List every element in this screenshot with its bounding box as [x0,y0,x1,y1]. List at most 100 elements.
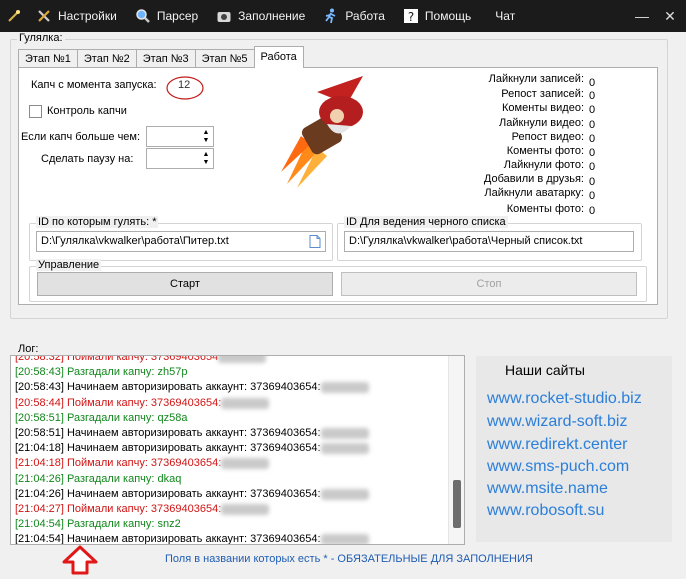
stats-panel: Лайкнули записей: 0 Репост записей: 0 Ко… [439,73,619,223]
log-lines: [20:58:32] Поймали капчу: 37369403654 [20… [15,355,369,545]
blacklist-file-field[interactable]: D:\Гулялка\vkwalker\работа\Черный список… [344,231,634,252]
stop-button[interactable]: Стоп [341,272,637,296]
file-icon[interactable] [309,235,321,248]
menu-item-chat[interactable]: Чат [481,0,525,32]
tab-stage-1[interactable]: Этап №1 [18,49,78,68]
log-line: [21:04:26] Разгадали капчу: dkaq [15,472,369,487]
stat-label: Лайкнули аватарку: [484,187,584,199]
captcha-control-label: Контроль капчи [47,105,127,117]
tab-work[interactable]: Работа [253,46,304,68]
stat-label: Репост видео: [511,131,584,143]
menu-item-fill[interactable]: Заполнение [208,0,315,32]
log-line: [21:04:18] Поймали капчу: 37369403654: [15,456,369,471]
menu-item-label: Помощь [424,9,472,23]
log-scrollbar[interactable] [448,356,464,544]
stat-value: 0 [589,133,596,145]
log-line-text: [21:04:54] Начинаем авторизировать аккау… [15,533,321,545]
log-line-text: [20:58:32] Поймали капчу: 37369403654 [15,355,219,363]
start-button[interactable]: Старт [37,272,333,296]
menu-item-work[interactable]: Работа [315,0,395,32]
captcha-count-label: Капч с момента запуска: [31,79,157,91]
menu-item-settings[interactable]: Настройки [28,0,127,32]
stat-label: Лайкнули записей: [488,73,584,85]
spinner-arrows[interactable]: ▲ ▼ [199,149,213,168]
stat-label: Лайкнули видео: [499,117,584,129]
tab-stage-2[interactable]: Этап №2 [76,49,137,68]
log-line-text: [20:58:43] Начинаем авторизировать аккау… [15,381,321,394]
menu-item-parser[interactable]: Парсер [127,0,208,32]
stat-value: 0 [589,147,596,159]
site-link[interactable]: www.robosoft.su [487,502,604,520]
tools-icon [36,8,52,24]
log-box[interactable]: [20:58:32] Поймали капчу: 37369403654 [20… [10,355,465,545]
log-line: [21:04:18] Начинаем авторизировать аккау… [15,441,369,456]
control-group-title: Управление [36,259,102,271]
stat-value: 0 [589,119,596,131]
spinner-arrows[interactable]: ▲ ▼ [199,127,213,146]
walker-group-title: Гулялка: [17,32,65,44]
redacted-blur [218,356,267,363]
arrow-up-icon [62,545,98,575]
stat-label: Коменты фото: [506,145,584,157]
menu-item-help[interactable]: ? Помощь [395,0,481,32]
redacted-blur [221,503,270,515]
sites-title: Наши сайты [505,362,585,378]
stat-label: Коменты видео: [502,102,584,114]
menu-item-label: Заполнение [238,9,306,23]
close-button[interactable]: ✕ [656,0,684,32]
log-line: [21:04:54] Начинаем авторизировать аккау… [15,532,369,545]
redacted-blur [320,488,369,500]
ids-file-field[interactable]: D:\Гулялка\vkwalker\работа\Питер.txt [36,231,326,252]
captcha-control-checkbox[interactable] [29,105,42,118]
tab-stage-3[interactable]: Этап №3 [135,49,196,68]
stat-label: Лайкнули фото: [503,159,584,171]
site-link[interactable]: www.sms-puch.com [487,458,629,476]
menu-item-label: Работа [345,9,385,23]
stat-label: Добавили в друзья: [483,173,584,185]
log-line: [21:04:54] Разгадали капчу: snz2 [15,517,369,532]
stat-value: 0 [589,190,596,202]
menu-item-label: Парсер [156,9,199,23]
wizard-logo-image [281,76,363,188]
tab-stage-5[interactable]: Этап №5 [194,49,255,68]
log-line-text: [21:04:18] Поймали капчу: 37369403654: [15,457,222,470]
site-link[interactable]: www.redirekt.center [487,436,628,454]
redacted-blur [320,534,369,544]
question-icon: ? [403,8,419,24]
log-line-text: [21:04:26] Разгадали капчу: dkaq [15,472,182,485]
camera-icon [216,8,232,24]
required-fields-note: Поля в названии которых есть * - ОБЯЗАТЕ… [165,553,533,565]
redacted-blur [320,427,369,439]
minimize-button[interactable]: — [628,0,656,32]
menu-item-label: Чат [495,9,516,23]
blacklist-group-title: ID Для ведения черного списка [344,216,508,228]
log-line: [20:58:51] Разгадали капчу: qz58a [15,411,369,426]
site-link[interactable]: www.wizard-soft.biz [487,413,627,431]
stat-value: 0 [589,205,596,217]
pause-spinner[interactable]: ▲ ▼ [146,148,214,169]
log-line-text: [20:58:51] Начинаем авторизировать аккау… [15,426,321,439]
redacted-blur [221,397,270,409]
captcha-threshold-spinner[interactable]: ▲ ▼ [146,126,214,147]
log-line-text: [21:04:27] Поймали капчу: 37369403654: [15,502,222,515]
ids-group-title: ID по которым гулять: * [36,216,159,228]
log-line: [20:58:51] Начинаем авторизировать аккау… [15,426,369,441]
log-scroll-thumb[interactable] [453,480,461,528]
tab-panel-work: Капч с момента запуска: 12 Контроль капч… [18,67,658,305]
log-line: [20:58:43] Начинаем авторизировать аккау… [15,380,369,395]
redacted-blur [221,458,270,470]
magnifier-icon [135,8,151,24]
log-line-text: [21:04:18] Начинаем авторизировать аккау… [15,442,321,455]
log-line: [21:04:27] Поймали капчу: 37369403654: [15,502,369,517]
log-line-text: [21:04:26] Начинаем авторизировать аккау… [15,487,321,500]
runner-icon [323,8,339,24]
site-link[interactable]: www.rocket-studio.biz [487,390,642,408]
menu-item-label: Настройки [58,9,117,23]
log-line-text: [20:58:44] Поймали капчу: 37369403654: [15,396,222,409]
log-line: [20:58:43] Разгадали капчу: zh57p [15,365,369,380]
site-link[interactable]: www.msite.name [487,480,608,498]
wand-icon[interactable] [0,0,28,32]
log-title: Лог: [18,343,39,355]
log-line: [21:04:26] Начинаем авторизировать аккау… [15,487,369,502]
pause-label: Сделать паузу на: [41,153,134,165]
